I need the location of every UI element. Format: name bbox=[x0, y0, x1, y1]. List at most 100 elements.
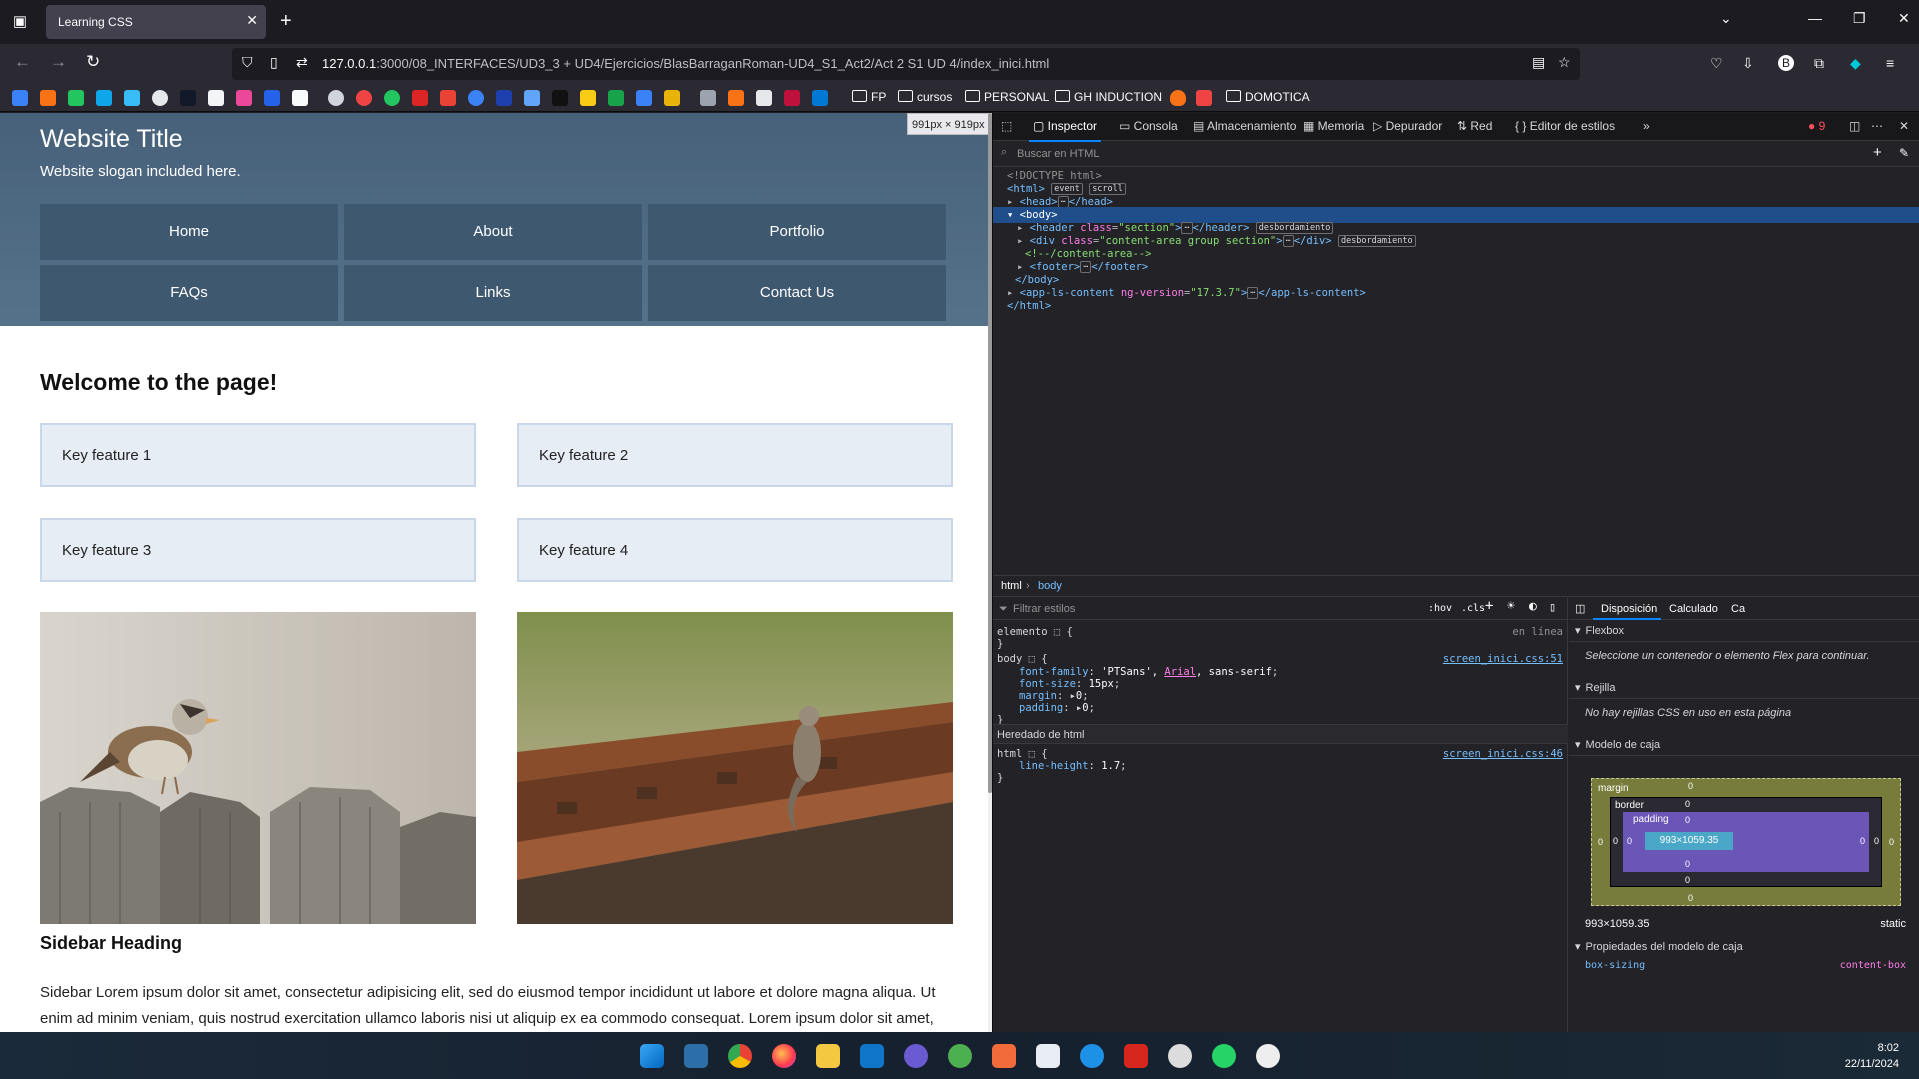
html-search-input[interactable]: Buscar en HTML bbox=[1017, 148, 1100, 160]
url-text[interactable]: 127.0.0.1:3000/08_INTERFACES/UD3_3 + UD4… bbox=[322, 56, 1049, 71]
flexbox-section-header[interactable]: Flexbox bbox=[1569, 620, 1919, 642]
add-node-icon[interactable]: + bbox=[1873, 144, 1882, 161]
page-icon[interactable]: ▯ bbox=[270, 54, 278, 71]
app-icon[interactable] bbox=[684, 1044, 708, 1068]
app-icon[interactable] bbox=[1036, 1044, 1060, 1068]
devtools-menu-icon[interactable]: ⋯ bbox=[1871, 119, 1883, 133]
amazon-icon[interactable] bbox=[292, 90, 308, 106]
box-props-header[interactable]: Propiedades del modelo de caja bbox=[1569, 936, 1919, 958]
box-sizing-value[interactable]: content-box bbox=[1840, 960, 1906, 971]
body-rule[interactable]: body ⬚ { bbox=[997, 653, 1048, 665]
more-tabs-icon[interactable]: » bbox=[1643, 119, 1650, 133]
styles-filter[interactable]: ⏷ Filtrar estilos :hov .cls + ☀ ◐ ▯ bbox=[993, 598, 1568, 620]
bookmark-icon[interactable] bbox=[784, 90, 800, 106]
nav-link-about[interactable]: About bbox=[344, 204, 642, 260]
acrobat-icon[interactable] bbox=[1124, 1044, 1148, 1068]
whatsapp-icon[interactable] bbox=[384, 90, 400, 106]
tab-computed[interactable]: Calculado bbox=[1669, 603, 1718, 615]
element-rule[interactable]: elemento ⬚ { bbox=[997, 626, 1073, 638]
shield-icon[interactable]: ⛉ bbox=[242, 54, 253, 71]
browser-tab[interactable]: Learning CSS ✕ bbox=[46, 5, 266, 39]
bookmark-icon[interactable] bbox=[68, 90, 84, 106]
xampp-icon[interactable] bbox=[992, 1044, 1016, 1068]
tab-layout[interactable]: Disposición bbox=[1601, 603, 1657, 615]
bookmark-icon[interactable] bbox=[1196, 90, 1212, 106]
bookmark-icon[interactable] bbox=[40, 90, 56, 106]
start-icon[interactable] bbox=[640, 1044, 664, 1068]
bookmark-icon[interactable] bbox=[664, 90, 680, 106]
bookmark-icon[interactable] bbox=[356, 90, 372, 106]
bookmark-folder-cursos[interactable]: cursos bbox=[898, 90, 952, 104]
css-declaration[interactable]: line-height: 1.7; bbox=[1019, 760, 1127, 772]
close-devtools-icon[interactable]: ✕ bbox=[1899, 119, 1909, 133]
body-rule-source[interactable]: screen_inici.css:51 bbox=[1443, 653, 1563, 665]
close-window-icon[interactable]: ✕ bbox=[1898, 10, 1910, 27]
error-count-badge[interactable]: ● 9 bbox=[1808, 119, 1825, 133]
vscode-icon[interactable] bbox=[860, 1044, 884, 1068]
tab-console[interactable]: ▭ Consola bbox=[1119, 119, 1178, 133]
tab-style-editor[interactable]: { } Editor de estilos bbox=[1515, 119, 1615, 133]
css-declaration[interactable]: font-size: 15px; bbox=[1019, 678, 1120, 690]
close-tab-icon[interactable]: ✕ bbox=[246, 12, 258, 29]
bookmark-folder-domotica[interactable]: DOMOTICA bbox=[1226, 90, 1310, 104]
html-search[interactable]: ⌕ Buscar en HTML + ✎ bbox=[993, 141, 1919, 167]
html-rule[interactable]: html ⬚ { bbox=[997, 748, 1048, 760]
eyedropper-icon[interactable]: ✎ bbox=[1899, 146, 1909, 160]
bookmark-icon[interactable] bbox=[580, 90, 596, 106]
bookmark-icon[interactable] bbox=[236, 90, 252, 106]
app-icon[interactable] bbox=[948, 1044, 972, 1068]
chrome-icon[interactable] bbox=[728, 1044, 752, 1068]
extensions-icon[interactable]: ⧉ bbox=[1814, 55, 1824, 72]
bookmark-star-icon[interactable]: ☆ bbox=[1558, 54, 1571, 71]
bookmark-icon[interactable] bbox=[12, 90, 28, 106]
tab-changes[interactable]: Ca bbox=[1731, 603, 1745, 615]
light-mode-icon[interactable]: ☀ bbox=[1507, 600, 1515, 613]
dark-mode-icon[interactable]: ◐ bbox=[1529, 600, 1537, 613]
whatsapp-icon[interactable] bbox=[1212, 1044, 1236, 1068]
grid-section-header[interactable]: Rejilla bbox=[1569, 677, 1919, 699]
bookmark-icon[interactable] bbox=[496, 90, 512, 106]
filter-styles-input[interactable]: Filtrar estilos bbox=[1013, 603, 1075, 615]
restore-icon[interactable]: ❐ bbox=[1853, 10, 1866, 27]
permissions-icon[interactable]: ⇄ bbox=[296, 54, 308, 71]
tab-network[interactable]: ⇅ Red bbox=[1457, 119, 1492, 133]
tab-debugger[interactable]: ▷ Depurador bbox=[1373, 119, 1442, 133]
docs-icon[interactable] bbox=[636, 90, 652, 106]
youtube-icon[interactable] bbox=[412, 90, 428, 106]
bookmark-icon[interactable] bbox=[756, 90, 772, 106]
boxmodel-section-header[interactable]: Modelo de caja bbox=[1569, 734, 1919, 756]
bookmark-icon[interactable] bbox=[552, 90, 568, 106]
bookmark-icon[interactable] bbox=[1170, 90, 1186, 106]
app-icon[interactable] bbox=[1168, 1044, 1192, 1068]
outlook-icon[interactable] bbox=[812, 90, 828, 106]
docker-icon[interactable] bbox=[1080, 1044, 1104, 1068]
tree-node[interactable]: </html> bbox=[993, 298, 1919, 314]
tab-list-icon[interactable]: ▣ bbox=[8, 10, 32, 34]
tab-memory[interactable]: ▦ Memoria bbox=[1303, 119, 1364, 133]
bookmark-folder-fp[interactable]: FP bbox=[852, 90, 886, 104]
bookmark-icon[interactable] bbox=[468, 90, 484, 106]
tab-inspector[interactable]: ▢ Inspector bbox=[1028, 119, 1102, 142]
css-declaration[interactable]: padding: ▸0; bbox=[1019, 702, 1095, 714]
firefox-icon[interactable] bbox=[772, 1044, 796, 1068]
nav-link-faqs[interactable]: FAQs bbox=[40, 265, 338, 321]
bookmark-icon[interactable] bbox=[124, 90, 140, 106]
download-icon[interactable]: ⇩ bbox=[1742, 55, 1754, 72]
pick-element-icon[interactable]: ⬚ bbox=[1001, 119, 1012, 133]
pocket-icon[interactable]: ♡ bbox=[1710, 55, 1723, 72]
devtools-ext-icon[interactable]: ◆ bbox=[1850, 55, 1861, 72]
url-bar[interactable]: ⛉ ▯ ⇄ 127.0.0.1:3000/08_INTERFACES/UD3_3… bbox=[232, 48, 1580, 80]
minimize-icon[interactable]: — bbox=[1808, 10, 1822, 26]
nav-link-links[interactable]: Links bbox=[344, 265, 642, 321]
bookmark-icon[interactable] bbox=[728, 90, 744, 106]
bookmark-icon[interactable] bbox=[264, 90, 280, 106]
css-declaration[interactable]: margin: ▸0; bbox=[1019, 690, 1089, 702]
cls-toggle[interactable]: .cls bbox=[1461, 603, 1485, 615]
nav-link-portfolio[interactable]: Portfolio bbox=[648, 204, 946, 260]
hov-toggle[interactable]: :hov bbox=[1428, 603, 1452, 615]
dock-icon[interactable]: ◫ bbox=[1849, 119, 1860, 133]
print-icon[interactable]: ▯ bbox=[1549, 601, 1556, 613]
bookmark-folder-gh-induction[interactable]: GH INDUCTION bbox=[1055, 90, 1162, 104]
bookmark-folder-personal[interactable]: PERSONAL bbox=[965, 90, 1049, 104]
app-icon[interactable] bbox=[904, 1044, 928, 1068]
